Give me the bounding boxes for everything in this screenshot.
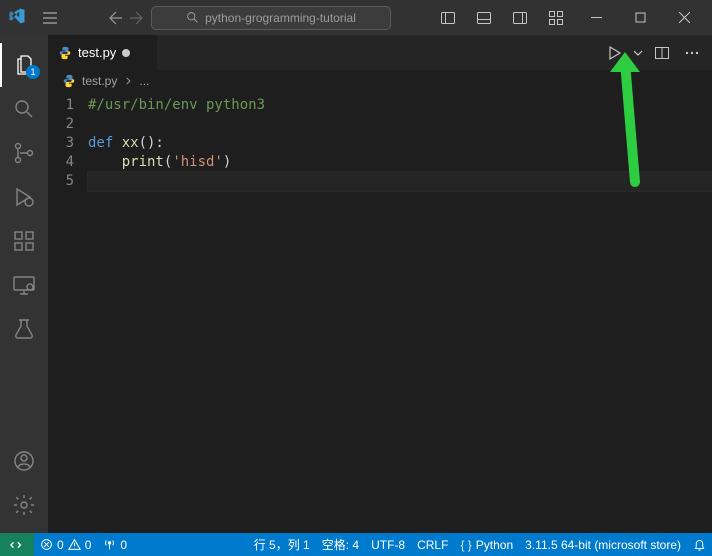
layout-sidebar-right-icon[interactable]: [504, 4, 536, 32]
nav-back-icon[interactable]: [107, 10, 123, 26]
editor-area: test.py test.py ... 1 2: [48, 35, 712, 533]
tab-test-py[interactable]: test.py: [48, 35, 158, 70]
activity-settings[interactable]: [0, 483, 48, 527]
account-icon: [12, 449, 36, 473]
python-file-icon: [62, 74, 76, 88]
line-gutter: 1 2 3 4 5: [48, 92, 88, 533]
tab-label: test.py: [78, 45, 116, 60]
window-maximize-icon[interactable]: [620, 4, 660, 32]
beaker-icon: [12, 317, 36, 341]
radio-tower-icon: [103, 538, 116, 551]
breadcrumb-file: test.py: [82, 74, 117, 88]
run-dropdown-button[interactable]: [630, 35, 646, 70]
nav-forward-icon[interactable]: [129, 10, 145, 26]
status-notifications[interactable]: [687, 533, 712, 556]
extensions-icon: [12, 229, 36, 253]
breadcrumbs[interactable]: test.py ...: [48, 70, 712, 92]
search-icon: [12, 97, 36, 121]
activity-testing[interactable]: [0, 307, 48, 351]
customize-layout-icon[interactable]: [540, 4, 572, 32]
window-close-icon[interactable]: [664, 4, 704, 32]
status-cursor[interactable]: 行 5，列 1: [248, 533, 316, 556]
command-center-text: python-grogramming-tutorial: [205, 11, 356, 25]
activity-remote-explorer[interactable]: [0, 263, 48, 307]
remote-icon: [10, 538, 24, 552]
activity-explorer[interactable]: 1: [0, 43, 48, 87]
code-lines: #/usr/bin/env python3 def xx(): print('h…: [88, 92, 712, 533]
gear-icon: [12, 493, 36, 517]
activity-extensions[interactable]: [0, 219, 48, 263]
window-minimize-icon[interactable]: [576, 4, 616, 32]
python-file-icon: [58, 46, 72, 60]
bell-icon: [693, 538, 706, 551]
explorer-badge: 1: [26, 65, 40, 79]
layout-sidebar-left-icon[interactable]: [432, 4, 464, 32]
status-bar: 0 0 0 行 5，列 1 空格: 4 UTF-8 CRLF { }Python…: [0, 533, 712, 556]
warning-icon: [68, 538, 81, 551]
search-icon: [186, 11, 199, 24]
more-actions-button[interactable]: [678, 35, 706, 70]
run-file-button[interactable]: [600, 35, 628, 70]
activity-bar: 1: [0, 35, 48, 533]
run-debug-icon: [12, 185, 36, 209]
status-interpreter[interactable]: 3.11.5 64-bit (microsoft store): [519, 533, 687, 556]
status-encoding[interactable]: UTF-8: [365, 533, 411, 556]
dirty-indicator-icon: [122, 49, 130, 57]
layout-panel-icon[interactable]: [468, 4, 500, 32]
chevron-down-icon: [630, 45, 646, 61]
menu-icon[interactable]: [34, 4, 66, 32]
title-bar: python-grogramming-tutorial: [0, 0, 712, 35]
source-control-icon: [12, 141, 36, 165]
remote-button[interactable]: [0, 533, 34, 556]
split-editor-icon: [654, 45, 670, 61]
editor-actions: [600, 35, 712, 70]
code-editor[interactable]: 1 2 3 4 5 #/usr/bin/env python3 def xx()…: [48, 92, 712, 533]
play-icon: [606, 45, 622, 61]
status-ports[interactable]: 0: [97, 533, 133, 556]
tab-bar: test.py: [48, 35, 712, 70]
activity-accounts[interactable]: [0, 439, 48, 483]
split-editor-button[interactable]: [648, 35, 676, 70]
status-language[interactable]: { }Python: [454, 533, 519, 556]
activity-scm[interactable]: [0, 131, 48, 175]
activity-debug[interactable]: [0, 175, 48, 219]
remote-explorer-icon: [12, 273, 36, 297]
chevron-right-icon: [123, 76, 133, 86]
status-problems[interactable]: 0 0: [34, 533, 97, 556]
status-eol[interactable]: CRLF: [411, 533, 454, 556]
breadcrumb-suffix: ...: [139, 74, 149, 88]
ellipsis-icon: [684, 45, 700, 61]
activity-search[interactable]: [0, 87, 48, 131]
status-spaces[interactable]: 空格: 4: [316, 533, 365, 556]
command-center[interactable]: python-grogramming-tutorial: [151, 6, 391, 30]
vscode-logo-icon: [8, 7, 26, 28]
error-icon: [40, 538, 53, 551]
